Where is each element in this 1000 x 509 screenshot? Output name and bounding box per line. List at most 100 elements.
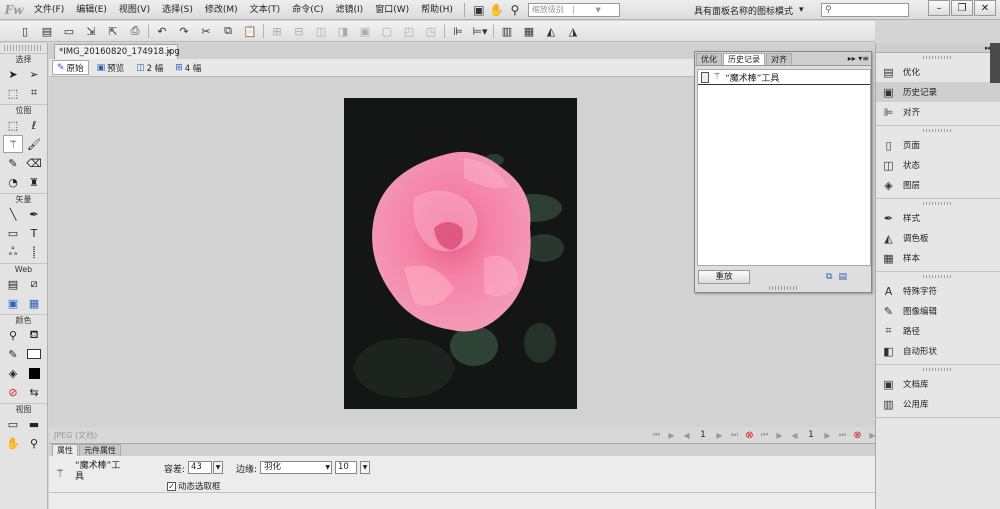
tab-two-up[interactable]: ◫ 2 幅	[132, 60, 167, 75]
next-frame-icon[interactable]: ▶	[712, 431, 727, 440]
group-icon[interactable]: ⊞	[266, 22, 288, 40]
lasso-tool-icon[interactable]: ℓ	[24, 116, 44, 134]
join-icon[interactable]: ◫	[310, 22, 332, 40]
blur-tool-icon[interactable]: ◔	[3, 173, 23, 191]
tab-four-up[interactable]: ⊞ 4 幅	[171, 60, 205, 75]
first-frame-icon-2[interactable]: ⏮	[757, 430, 772, 440]
send-backward-icon[interactable]: ◳	[420, 22, 442, 40]
panel-grip[interactable]	[4, 45, 43, 51]
history-slider-handle[interactable]	[701, 71, 709, 83]
paint-bucket-tool-icon[interactable]: ⛾	[24, 326, 44, 344]
dock-item-doc-library[interactable]: ▣ 文档库	[876, 374, 1000, 394]
stamp-tool-icon[interactable]: ♜	[24, 173, 44, 191]
cut-icon[interactable]: ✂	[195, 22, 217, 40]
knife-tool-icon[interactable]: ⸽	[24, 243, 44, 261]
dock-item-common-library[interactable]: ▥ 公用库	[876, 394, 1000, 414]
search-input[interactable]: ⚲	[821, 3, 909, 17]
subselect-tool-icon[interactable]: ➢	[24, 65, 44, 83]
marquee-tool-icon[interactable]: ⬚	[3, 116, 23, 134]
hand-tool-icon[interactable]: ✋	[3, 434, 23, 452]
pencil-tool-icon[interactable]: ✎	[3, 154, 23, 172]
copy-icon[interactable]: ⧉	[217, 22, 239, 40]
menu-help[interactable]: 帮助(H)	[415, 0, 459, 20]
rotate-left-icon[interactable]: ▥	[496, 22, 518, 40]
fill-color-swatch[interactable]	[24, 364, 44, 382]
tolerance-input[interactable]: 43	[188, 461, 212, 474]
play-icon-2[interactable]: ▶	[772, 431, 787, 440]
menu-commands[interactable]: 命令(C)	[286, 0, 329, 20]
stop-icon-2[interactable]: ⊗	[850, 430, 865, 441]
align-icon[interactable]: ⊫	[447, 22, 469, 40]
dock-item-swatches[interactable]: ▦ 样本	[876, 248, 1000, 268]
rectangle-tool-icon[interactable]: ▭	[3, 224, 23, 242]
print-icon[interactable]: ⎙	[124, 22, 146, 40]
feather-amount-input[interactable]: 10	[335, 461, 357, 474]
tab-history[interactable]: 历史记录	[723, 53, 765, 65]
standard-screen-icon[interactable]: ▭	[3, 415, 23, 433]
live-marquee-checkbox[interactable]: ✓	[167, 481, 176, 491]
panel-menu-icon[interactable]: ▸▸ ▾≡	[848, 54, 871, 63]
last-frame-icon[interactable]: ⏭	[727, 430, 742, 440]
rotate-right-icon[interactable]: ▦	[518, 22, 540, 40]
replay-button[interactable]: 重放	[698, 270, 750, 284]
swap-colors-icon[interactable]: ⇆	[24, 383, 44, 401]
play-icon[interactable]: ▶	[664, 431, 679, 440]
tab-preview[interactable]: ▣ 预览	[93, 60, 129, 75]
freeform-tool-icon[interactable]: ஃ	[3, 243, 23, 261]
import-icon[interactable]: ⇲	[80, 22, 102, 40]
hide-slices-icon[interactable]: ▣	[3, 294, 23, 312]
stroke-color-swatch[interactable]	[24, 345, 44, 363]
dock-collapse-button[interactable]: ▸▸	[876, 43, 1000, 53]
prev-frame-icon[interactable]: ◀	[679, 431, 694, 440]
zoom-icon[interactable]: ⚲	[506, 2, 524, 18]
new-file-icon[interactable]: ▯	[14, 22, 36, 40]
bridge-icon[interactable]: ▣	[470, 2, 488, 18]
flip-horizontal-icon[interactable]: ◭	[540, 22, 562, 40]
hotspot-tool-icon[interactable]: ▤	[3, 275, 23, 293]
first-frame-icon[interactable]: ⏮	[649, 430, 664, 440]
paste-icon[interactable]: 📋	[239, 22, 261, 40]
brush-tool-icon[interactable]: 🖌	[24, 135, 44, 153]
close-tab-icon[interactable]: ×	[166, 45, 173, 59]
menu-view[interactable]: 视图(V)	[113, 0, 156, 20]
dock-item-styles[interactable]: ✒ 样式	[876, 208, 1000, 228]
menu-text[interactable]: 文本(T)	[244, 0, 287, 20]
zoom-tool-icon[interactable]: ⚲	[24, 434, 44, 452]
feather-slider-button[interactable]: ▼	[360, 461, 370, 474]
magic-wand-tool-icon[interactable]: ⚚	[3, 135, 23, 153]
panel-resize-grip[interactable]	[769, 286, 797, 290]
dock-item-image-edit[interactable]: ✎ 图像编辑	[876, 301, 1000, 321]
save-steps-icon[interactable]: ▤	[838, 272, 847, 282]
show-slices-icon[interactable]: ▦	[24, 294, 44, 312]
redo-icon[interactable]: ↷	[173, 22, 195, 40]
tab-optimize[interactable]: 优化	[696, 53, 722, 65]
dock-item-special-chars[interactable]: A 特殊字符	[876, 281, 1000, 301]
hand-tool-icon[interactable]: ✋	[488, 2, 506, 18]
bring-forward-icon[interactable]: ◰	[398, 22, 420, 40]
dock-item-align[interactable]: ⊫ 对齐	[876, 102, 1000, 122]
fill-color-icon[interactable]: ◈	[3, 364, 23, 382]
eraser-tool-icon[interactable]: ⌫	[24, 154, 44, 172]
eyedropper-tool-icon[interactable]: ⚲	[3, 326, 23, 344]
minimize-button[interactable]: –	[928, 0, 950, 16]
history-list[interactable]: ⚚ “魔术棒”工具	[697, 69, 871, 266]
zoom-level-select[interactable]: 缩放级别 ▼	[527, 2, 620, 17]
history-entry[interactable]: ⚚ “魔术棒”工具	[698, 70, 870, 85]
menu-select[interactable]: 选择(S)	[156, 0, 199, 20]
dock-item-layers[interactable]: ◈ 图层	[876, 175, 1000, 195]
dock-item-optimize[interactable]: ▤ 优化	[876, 62, 1000, 82]
tab-symbol-properties[interactable]: 元件属性	[79, 444, 121, 456]
undo-icon[interactable]: ↶	[151, 22, 173, 40]
next-frame-icon-2[interactable]: ▶	[820, 431, 835, 440]
copy-steps-icon[interactable]: ⧉	[826, 272, 832, 282]
prev-frame-icon-2[interactable]: ◀	[787, 431, 802, 440]
menu-filters[interactable]: 滤镜(I)	[330, 0, 370, 20]
stroke-color-icon[interactable]: ✎	[3, 345, 23, 363]
dock-item-states[interactable]: ◫ 状态	[876, 155, 1000, 175]
tolerance-slider-button[interactable]: ▼	[213, 461, 223, 474]
edge-select[interactable]: 羽化 ▼	[260, 461, 332, 474]
pen-tool-icon[interactable]: ✒	[24, 205, 44, 223]
split-icon[interactable]: ◨	[332, 22, 354, 40]
slice-tool-icon[interactable]: ⧄	[24, 275, 44, 293]
ungroup-icon[interactable]: ⊟	[288, 22, 310, 40]
